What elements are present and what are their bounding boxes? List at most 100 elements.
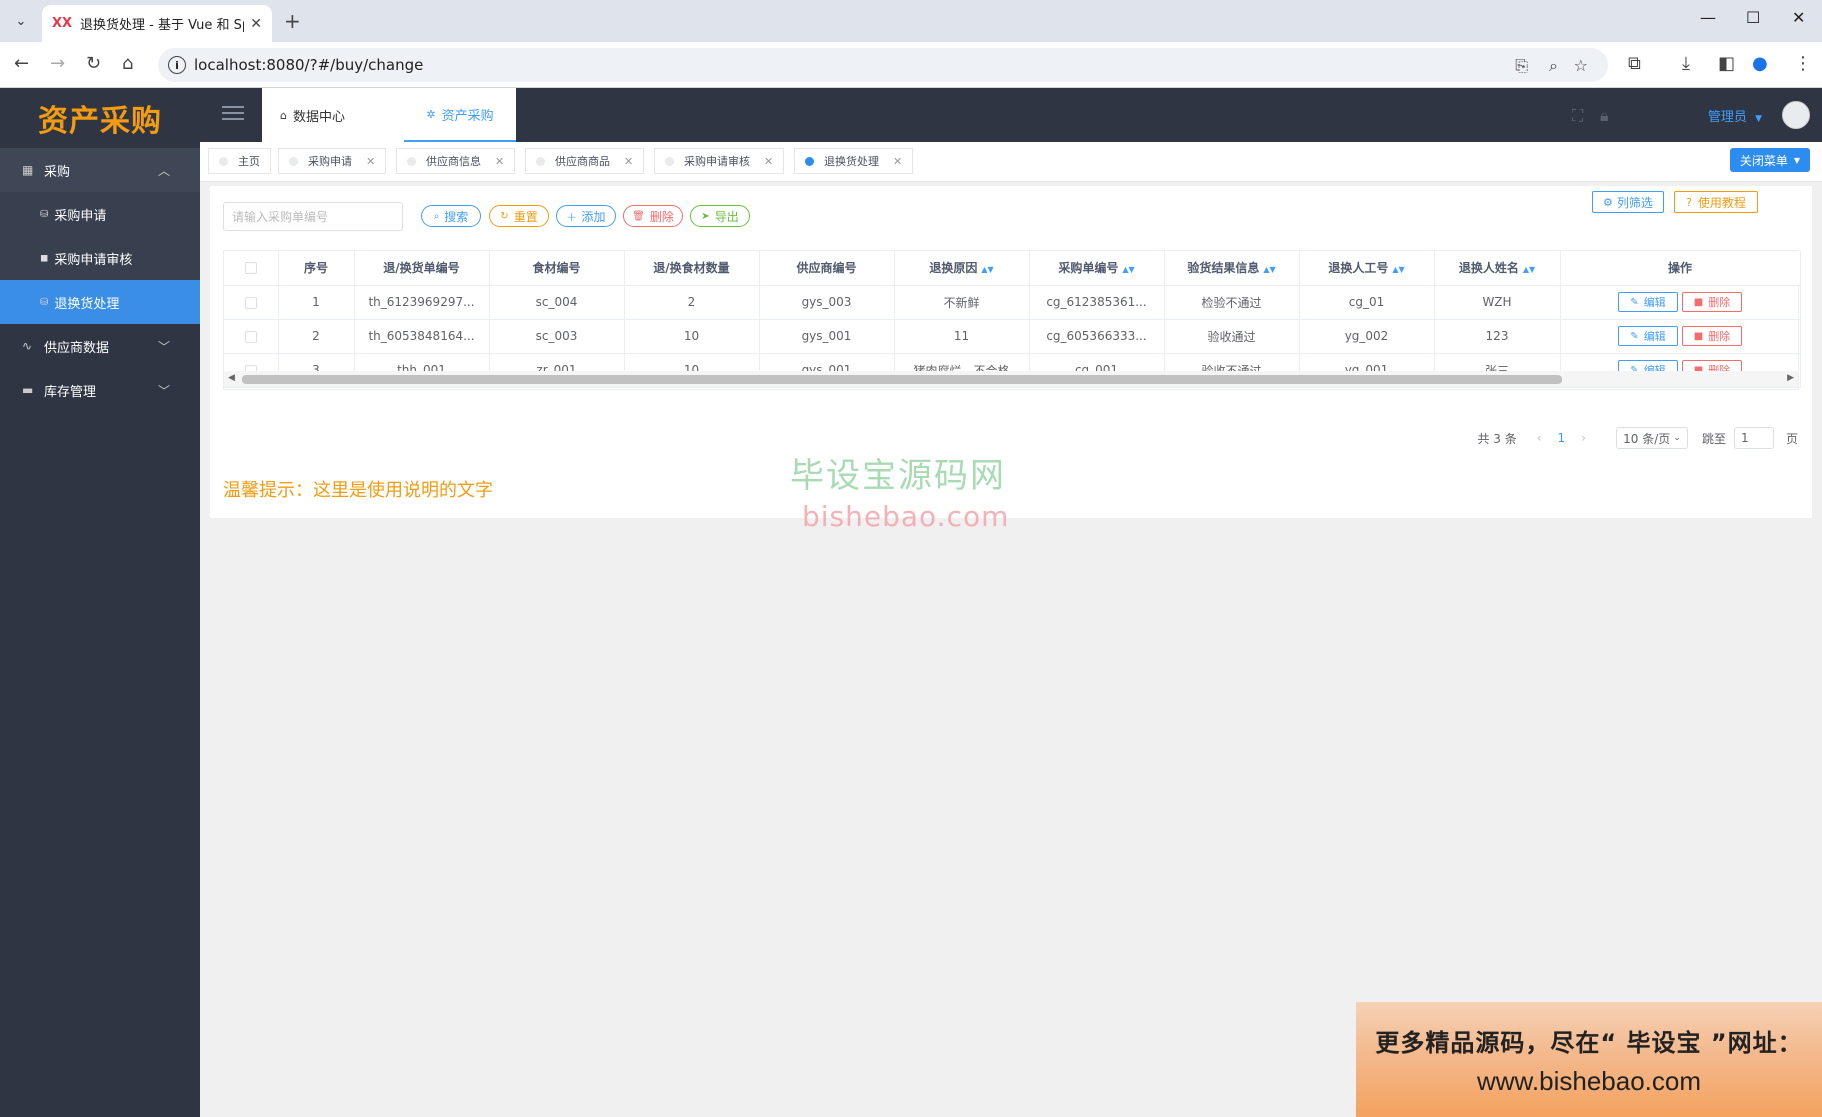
tag-purchase-review[interactable]: 采购申请审核 ✕ [654, 148, 785, 174]
search-input[interactable]: 请输入采购单编号 [223, 202, 403, 231]
close-menu-button[interactable]: 关闭菜单 ▼ [1729, 148, 1810, 172]
sidebar-group-supplier[interactable]: ∿ 供应商数据 ﹀ [0, 324, 200, 368]
tag-supplier-goods[interactable]: 供应商商品 ✕ [525, 148, 645, 174]
tag-purchase-apply[interactable]: 采购申请 ✕ [278, 148, 387, 174]
table-header-row: 序号 退/换货单编号 食材编号 退/换食材数量 供应商编号 退换原因 ▲▼ 采购单… [224, 251, 1801, 286]
col-header-sortable[interactable]: 验货结果信息 ▲▼ [1164, 251, 1300, 286]
page-size-select[interactable]: 10 条/页 ⌄ [1615, 427, 1688, 449]
sidebar-item-purchase-apply[interactable]: ⛁ 采购申请 [0, 192, 200, 236]
close-icon[interactable]: ✕ [893, 155, 902, 168]
user-dropdown[interactable]: 管理员 ▼ [1708, 106, 1762, 125]
chevron-down-icon: ﹀ [157, 383, 170, 398]
usage-tip: 温馨提示：这里是使用说明的文字 [223, 480, 493, 501]
column-filter-button[interactable]: ⚙ 列筛选 [1592, 191, 1664, 213]
new-tab-icon[interactable]: + [284, 9, 301, 33]
sidebar-group-purchase[interactable]: ▦ 采购 ︿ [0, 148, 200, 192]
browser-tabstrip: ⌄ XX 退换货处理 - 基于 Vue 和 Spri ✕ + — ☐ ✕ [0, 0, 1822, 42]
col-header-sortable[interactable]: 采购单编号 ▲▼ [1029, 251, 1165, 286]
close-tab-icon[interactable]: ✕ [250, 16, 262, 32]
banner-line1: 更多精品源码，尽在“ 毕设宝 ”网址： [1375, 1028, 1803, 1057]
home-icon[interactable]: ⌂ [122, 53, 133, 74]
edit-label: 编辑 [1643, 330, 1666, 343]
minimize-icon[interactable]: — [1700, 8, 1716, 27]
col-header: 序号 [278, 251, 355, 286]
close-icon[interactable]: ✕ [764, 155, 773, 168]
jump-input[interactable]: 1 [1733, 427, 1774, 449]
add-button[interactable]: ＋ 添加 [556, 205, 616, 227]
sort-icon[interactable]: ▲▼ [1263, 265, 1275, 274]
download-icon[interactable]: ⤓ [1682, 53, 1690, 74]
zoom-icon[interactable]: ⌕ [1549, 56, 1558, 76]
translate-icon[interactable]: ⎘ [1515, 56, 1528, 76]
row-checkbox[interactable] [224, 285, 279, 320]
caret-down-icon: ▼ [1755, 114, 1762, 124]
table-cell: 2 [624, 285, 760, 320]
profile-icon[interactable]: ● [1752, 53, 1768, 74]
table-cell: 10 [624, 319, 760, 354]
sort-icon[interactable]: ▲▼ [1122, 265, 1134, 274]
tab-data-center[interactable]: ⌂ 数据中心 [262, 88, 404, 142]
tutorial-button[interactable]: ? 使用教程 [1674, 191, 1758, 213]
url-field[interactable]: i localhost:8080/?#/buy/change ⎘ ⌕ ☆ [158, 48, 1608, 82]
page-number[interactable]: 1 [1558, 431, 1566, 445]
avatar[interactable] [1782, 101, 1810, 129]
select-all-checkbox[interactable] [224, 251, 279, 286]
reload-icon[interactable]: ↻ [86, 53, 101, 74]
sidebar-group-inventory[interactable]: ▬ 库存管理 ﹀ [0, 368, 200, 412]
col-header-sortable[interactable]: 退换人姓名 ▲▼ [1434, 251, 1561, 286]
row-checkbox[interactable] [224, 319, 279, 354]
content-card: ⚙ 列筛选 ? 使用教程 请输入采购单编号 ⌕ 搜索 ↻ 重置 ＋ 添加 🗑︎ … [210, 186, 1812, 518]
sidepanel-icon[interactable]: ◧ [1718, 53, 1735, 74]
lock-icon[interactable]: 🔒︎ [1600, 106, 1609, 126]
tag-return-exchange[interactable]: 退换货处理 ✕ [794, 148, 914, 174]
edit-button[interactable]: ✎ 编辑 [1618, 326, 1678, 346]
close-icon[interactable]: ✕ [495, 155, 504, 168]
extensions-icon[interactable]: ⧉ [1628, 53, 1641, 74]
tag-home[interactable]: 主页 [208, 148, 271, 174]
scroll-thumb[interactable] [242, 375, 1562, 384]
close-window-icon[interactable]: ✕ [1792, 8, 1805, 27]
tag-supplier-info[interactable]: 供应商信息 ✕ [396, 148, 516, 174]
bug-icon: ✲ [426, 107, 436, 121]
bookmark-star-icon[interactable]: ☆ [1574, 56, 1588, 75]
sort-icon[interactable]: ▲▼ [1392, 265, 1404, 274]
col-header-sortable[interactable]: 退换原因 ▲▼ [894, 251, 1030, 286]
search-button[interactable]: ⌕ 搜索 [421, 205, 481, 227]
sort-icon[interactable]: ▲▼ [1523, 265, 1535, 274]
more-menu-icon[interactable]: ⋮ [1794, 53, 1812, 74]
sort-icon[interactable]: ▲▼ [981, 265, 993, 274]
row-delete-button[interactable]: ■ 删除 [1682, 292, 1742, 312]
sidebar-item-return-exchange[interactable]: ⛁ 退换货处理 [0, 280, 200, 324]
row-delete-button[interactable]: ■ 删除 [1682, 326, 1742, 346]
fullscreen-icon[interactable]: ⛶ [1572, 106, 1583, 126]
col-header-sortable[interactable]: 退换人工号 ▲▼ [1299, 251, 1435, 286]
tag-dot-icon [407, 156, 416, 166]
next-page-icon[interactable]: › [1581, 431, 1586, 445]
edit-button[interactable]: ✎ 编辑 [1618, 292, 1678, 312]
tab-search-icon[interactable]: ⌄ [8, 9, 34, 33]
watermark-en: bishebao.com [802, 500, 1010, 533]
delete-button[interactable]: 🗑︎ 删除 [623, 205, 683, 227]
table-cell: yg_002 [1299, 319, 1435, 354]
scroll-right-icon[interactable]: ▶ [1787, 373, 1794, 383]
add-label: 添加 [581, 209, 606, 224]
forward-icon[interactable]: → [50, 53, 65, 74]
hamburger-icon[interactable] [222, 106, 244, 122]
delete-label: 删除 [1708, 296, 1731, 309]
maximize-icon[interactable]: ☐ [1746, 8, 1760, 27]
reset-button[interactable]: ↻ 重置 [489, 205, 549, 227]
edit-label: 编辑 [1643, 296, 1666, 309]
tab-asset-purchase[interactable]: ✲ 资产采购 [404, 88, 516, 142]
back-icon[interactable]: ← [14, 53, 29, 74]
horizontal-scrollbar[interactable]: ◀ ▶ [224, 371, 1798, 387]
close-icon[interactable]: ✕ [366, 155, 375, 168]
browser-tab[interactable]: XX 退换货处理 - 基于 Vue 和 Spri ✕ [42, 5, 272, 42]
prev-page-icon[interactable]: ‹ [1537, 431, 1542, 445]
export-button[interactable]: ➤ 导出 [690, 205, 750, 227]
close-icon[interactable]: ✕ [624, 155, 633, 168]
delete-label: 删除 [649, 209, 674, 224]
scroll-left-icon[interactable]: ◀ [228, 373, 235, 383]
sidebar-item-purchase-review[interactable]: ◼ 采购申请审核 [0, 236, 200, 280]
site-info-icon[interactable]: i [168, 56, 186, 74]
sidebar-item-label: 采购申请审核 [54, 252, 133, 268]
